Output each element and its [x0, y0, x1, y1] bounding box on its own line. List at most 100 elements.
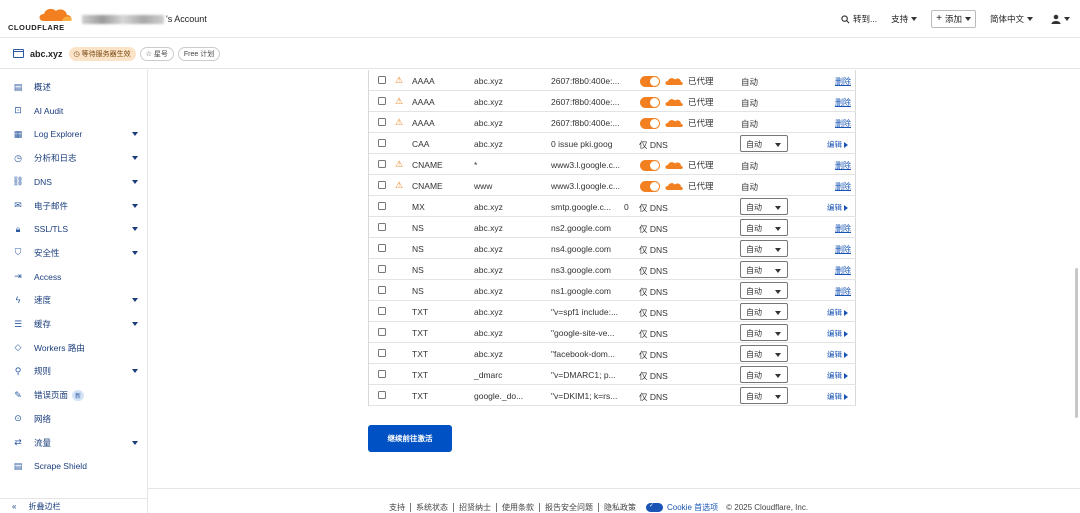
- table-row[interactable]: TXT abc.xyz "v=spf1 include:... 仅 DNS 自动 编辑: [369, 301, 856, 322]
- ttl-select[interactable]: 自动: [740, 240, 788, 257]
- cookie-preferences-link[interactable]: Cookie 首选项: [667, 502, 718, 513]
- proxy-toggle[interactable]: [640, 159, 660, 171]
- chevron-down-icon[interactable]: [132, 132, 138, 137]
- delete-link[interactable]: 删除: [835, 181, 851, 192]
- row-checkbox[interactable]: [378, 139, 386, 147]
- delete-link[interactable]: 删除: [835, 265, 851, 276]
- sidebar-item[interactable]: 🔒︎ SSL/TLS: [0, 219, 148, 239]
- row-checkbox[interactable]: [378, 307, 386, 315]
- account-selector[interactable]: 's Account: [82, 14, 207, 25]
- sidebar-item[interactable]: ⛓ DNS: [0, 172, 148, 192]
- chevron-down-icon[interactable]: [132, 322, 138, 326]
- table-row[interactable]: MX abc.xyz smtp.google.c... 0 仅 DNS 自动 编辑: [369, 196, 856, 217]
- row-checkbox[interactable]: [378, 370, 386, 378]
- ttl-select[interactable]: 自动: [740, 345, 788, 362]
- plan-badge[interactable]: Free 计划: [177, 46, 221, 61]
- edit-button[interactable]: 编辑: [827, 139, 848, 150]
- row-checkbox[interactable]: [378, 202, 386, 210]
- search-button[interactable]: 转到...: [841, 13, 877, 25]
- footer-link[interactable]: 报告安全问题: [540, 503, 599, 512]
- table-row[interactable]: ⚠ CNAME * www3.l.google.c... 已代理 自动 删除: [369, 154, 856, 175]
- sidebar-item[interactable]: ⊡ AI Audit: [0, 101, 148, 121]
- chevron-down-icon[interactable]: [132, 298, 138, 303]
- sidebar-item[interactable]: ✉ 电子邮件: [0, 196, 148, 216]
- cookie-preferences-icon[interactable]: [646, 502, 663, 512]
- ttl-select[interactable]: 自动: [740, 135, 788, 152]
- table-row[interactable]: ⚠ AAAA abc.xyz 2607:f8b0:400e:... 已代理 自动 删除: [369, 112, 856, 133]
- sidebar-item[interactable]: ⛉ 安全性: [0, 243, 148, 263]
- sidebar-item[interactable]: ☰ 缓存: [0, 314, 148, 334]
- sidebar-item[interactable]: ϟ 速度: [0, 290, 148, 310]
- delete-link[interactable]: 删除: [835, 160, 851, 171]
- star-button[interactable]: ☆ 星号: [139, 46, 174, 61]
- sidebar-item[interactable]: ◷ 分析和日志: [0, 148, 148, 168]
- chevron-down-icon[interactable]: [132, 156, 138, 161]
- footer-link[interactable]: 系统状态: [411, 503, 454, 512]
- footer-link[interactable]: 支持: [384, 503, 411, 512]
- edit-button[interactable]: 编辑: [827, 349, 848, 360]
- row-checkbox[interactable]: [378, 349, 386, 357]
- table-row[interactable]: NS abc.xyz ns4.google.com 仅 DNS 自动 删除: [369, 238, 856, 259]
- edit-button[interactable]: 编辑: [827, 307, 848, 318]
- delete-link[interactable]: 删除: [835, 97, 851, 108]
- delete-link[interactable]: 删除: [835, 223, 851, 234]
- delete-link[interactable]: 删除: [835, 76, 851, 87]
- sidebar-item[interactable]: ⚲ 规则: [0, 361, 148, 381]
- row-checkbox[interactable]: [378, 391, 386, 399]
- edit-button[interactable]: 编辑: [827, 202, 848, 213]
- delete-link[interactable]: 删除: [835, 244, 851, 255]
- chevron-down-icon[interactable]: [132, 250, 138, 255]
- chevron-down-icon[interactable]: [132, 369, 138, 374]
- sidebar-item[interactable]: ◇ Workers 路由: [0, 338, 148, 358]
- ttl-select[interactable]: 自动: [740, 324, 788, 341]
- sidebar-item[interactable]: ⊙ 网络: [0, 409, 148, 429]
- table-row[interactable]: TXT abc.xyz "facebook-dom... 仅 DNS 自动 编辑: [369, 343, 856, 364]
- ttl-select[interactable]: 自动: [740, 219, 788, 236]
- edit-button[interactable]: 编辑: [827, 370, 848, 381]
- row-checkbox[interactable]: [378, 223, 386, 231]
- ttl-select[interactable]: 自动: [740, 198, 788, 215]
- ttl-select[interactable]: 自动: [740, 387, 788, 404]
- row-checkbox[interactable]: [378, 181, 386, 189]
- delete-link[interactable]: 删除: [835, 286, 851, 297]
- footer-link[interactable]: 隐私政策: [599, 503, 641, 512]
- edit-button[interactable]: 编辑: [827, 391, 848, 402]
- ttl-select[interactable]: 自动: [740, 366, 788, 383]
- ttl-select[interactable]: 自动: [740, 282, 788, 299]
- sidebar-item[interactable]: ▦ Log Explorer: [0, 124, 148, 144]
- sidebar-item[interactable]: ⇥ Access: [0, 267, 148, 287]
- delete-link[interactable]: 删除: [835, 118, 851, 129]
- row-checkbox[interactable]: [378, 160, 386, 168]
- table-row[interactable]: CAA abc.xyz 0 issue pki.goog 仅 DNS 自动 编辑: [369, 133, 856, 154]
- table-row[interactable]: ⚠ AAAA abc.xyz 2607:f8b0:400e:... 已代理 自动 删除: [369, 91, 856, 112]
- cloudflare-logo[interactable]: CLOUDFLARE: [8, 6, 72, 32]
- table-row[interactable]: NS abc.xyz ns3.google.com 仅 DNS 自动 删除: [369, 259, 856, 280]
- row-checkbox[interactable]: [378, 286, 386, 294]
- table-row[interactable]: NS abc.xyz ns2.google.com 仅 DNS 自动 删除: [369, 217, 856, 238]
- table-row[interactable]: TXT _dmarc "v=DMARC1; p... 仅 DNS 自动 编辑: [369, 364, 856, 385]
- status-badge[interactable]: ◷ 等待服务器生效: [68, 46, 136, 61]
- add-button[interactable]: + 添加: [931, 10, 976, 28]
- proxy-toggle[interactable]: [640, 180, 660, 192]
- footer-link[interactable]: 招贤纳士: [454, 503, 497, 512]
- table-row[interactable]: TXT abc.xyz "google-site-ve... 仅 DNS 自动 编辑: [369, 322, 856, 343]
- table-row[interactable]: ⚠ CNAME www www3.l.google.c... 已代理 自动 删除: [369, 175, 856, 196]
- user-menu[interactable]: [1051, 14, 1070, 24]
- table-row[interactable]: NS abc.xyz ns1.google.com 仅 DNS 自动 删除: [369, 280, 856, 301]
- row-checkbox[interactable]: [378, 328, 386, 336]
- row-checkbox[interactable]: [378, 76, 386, 84]
- chevron-down-icon[interactable]: [132, 440, 138, 445]
- sidebar-item[interactable]: ▤ Scrape Shield: [0, 456, 148, 476]
- row-checkbox[interactable]: [378, 265, 386, 273]
- chevron-down-icon[interactable]: [132, 227, 138, 232]
- continue-activation-button[interactable]: 继续前往激活: [368, 425, 452, 452]
- sidebar-item[interactable]: ⇄ 流量: [0, 433, 148, 453]
- table-row[interactable]: ⚠ AAAA abc.xyz 2607:f8b0:400e:... 已代理 自动 删除: [369, 70, 856, 91]
- footer-link[interactable]: 使用条款: [497, 503, 540, 512]
- chevron-down-icon[interactable]: [132, 203, 138, 208]
- page-scrollbar[interactable]: [1075, 268, 1078, 418]
- ttl-select[interactable]: 自动: [740, 303, 788, 320]
- collapse-sidebar-button[interactable]: « 折叠边栏: [0, 498, 148, 513]
- row-checkbox[interactable]: [378, 244, 386, 252]
- sidebar-item[interactable]: ✎ 错误页面新: [0, 385, 148, 405]
